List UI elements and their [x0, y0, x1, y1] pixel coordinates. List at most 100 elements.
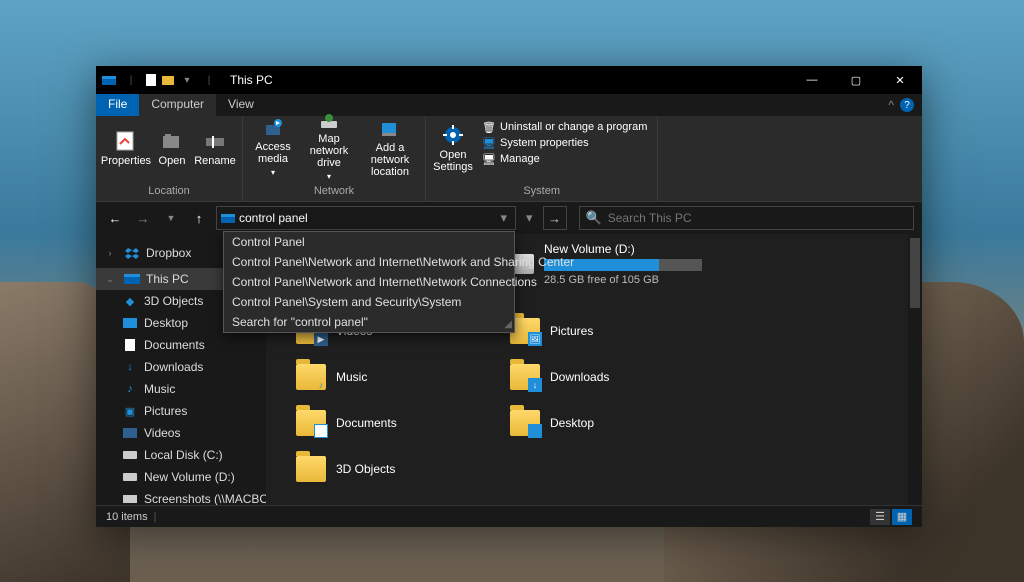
tab-view[interactable]: View	[216, 94, 266, 116]
add-location-icon	[378, 118, 402, 140]
folder-pictures[interactable]: 🖼Pictures	[510, 318, 593, 344]
maximize-button[interactable]: ▢	[834, 66, 878, 94]
manage-button[interactable]: 🖥Manage	[482, 152, 647, 166]
help-icon[interactable]: ?	[900, 98, 914, 112]
manage-icon: 🖥	[482, 152, 496, 166]
sidebar-item-label: Pictures	[144, 404, 187, 418]
sidebar-item-label: Dropbox	[146, 246, 191, 260]
folder-icon	[296, 456, 326, 482]
navigation-bar: ← → ▼ ↑ ▾ Control Panel Control Panel\Ne…	[96, 202, 922, 234]
titlebar[interactable]: | ▾ | This PC — ▢ ✕	[96, 66, 922, 94]
sidebar-item-label: Local Disk (C:)	[144, 448, 223, 462]
folder-icon: ↓	[510, 364, 540, 390]
sidebar-item-pictures[interactable]: ▣ Pictures	[96, 400, 266, 422]
videos-icon	[122, 425, 138, 441]
disk-icon	[122, 447, 138, 463]
icons-view-button[interactable]: ▦	[892, 509, 912, 525]
ribbon: Properties Open Rename Location Access m…	[96, 116, 922, 202]
details-view-button[interactable]: ☰	[870, 509, 890, 525]
resize-grip-icon[interactable]: ◢	[504, 319, 512, 330]
desktop-icon	[122, 315, 138, 331]
sidebar-item-label: Downloads	[144, 360, 203, 374]
pictures-icon: ▣	[122, 403, 138, 419]
tab-file[interactable]: File	[96, 94, 139, 116]
thispc-icon	[221, 214, 235, 223]
suggestion-item[interactable]: Search for "control panel"	[224, 312, 514, 332]
file-explorer-window: | ▾ | This PC — ▢ ✕ File Computer View ^…	[96, 66, 922, 527]
group-network: Access media▾ Map network drive▾ Add a n…	[243, 116, 426, 201]
sidebar-item-documents[interactable]: Documents	[96, 334, 266, 356]
suggestion-item[interactable]: Control Panel	[224, 232, 514, 252]
sidebar-item-label: Screenshots (\\MACBOOKA	[144, 492, 266, 505]
forward-button[interactable]: →	[132, 207, 154, 229]
add-location-button[interactable]: Add a network location	[359, 118, 421, 178]
back-button[interactable]: ←	[104, 207, 126, 229]
open-icon	[160, 129, 184, 153]
search-input[interactable]	[608, 211, 907, 225]
documents-icon	[122, 337, 138, 353]
dropdown-icon[interactable]: ▾	[180, 73, 194, 87]
folder-icon[interactable]	[162, 76, 174, 85]
recent-dropdown[interactable]: ▼	[160, 207, 182, 229]
sidebar-item-label: This PC	[146, 272, 189, 286]
dropbox-icon	[124, 245, 140, 261]
tab-computer[interactable]: Computer	[139, 94, 216, 116]
music-icon: ♪	[122, 381, 138, 397]
suggestion-item[interactable]: Control Panel\Network and Internet\Netwo…	[224, 252, 514, 272]
sidebar-item-screenshots-macbooka[interactable]: Screenshots (\\MACBOOKA	[96, 488, 266, 505]
close-button[interactable]: ✕	[878, 66, 922, 94]
sidebar-item-label: Videos	[144, 426, 180, 440]
uninstall-button[interactable]: 🗑Uninstall or change a program	[482, 120, 647, 134]
folder-icon: ♪	[296, 364, 326, 390]
search-icon: 🔍	[586, 210, 602, 226]
up-button[interactable]: ↑	[188, 207, 210, 229]
sidebar-item-downloads[interactable]: ↓Downloads	[96, 356, 266, 378]
sidebar-item-videos[interactable]: Videos	[96, 422, 266, 444]
address-input[interactable]	[239, 211, 496, 225]
sidebar-item-label: Documents	[144, 338, 205, 352]
rename-button[interactable]: Rename	[192, 118, 238, 178]
suggestion-item[interactable]: Control Panel\System and Security\System	[224, 292, 514, 312]
access-media-button[interactable]: Access media▾	[247, 118, 299, 178]
monitor-icon: 🖥	[482, 136, 496, 150]
uninstall-icon: 🗑	[482, 120, 496, 134]
group-system: Open Settings 🗑Uninstall or change a pro…	[426, 116, 658, 201]
folder-desktop[interactable]: Desktop	[510, 410, 594, 436]
file-icon[interactable]	[146, 74, 156, 86]
drive-name: New Volume (D:)	[544, 242, 702, 256]
address-bar[interactable]: ▾ Control Panel Control Panel\Network an…	[216, 206, 516, 230]
open-settings-button[interactable]: Open Settings	[430, 118, 476, 178]
properties-button[interactable]: Properties	[100, 118, 152, 178]
minimize-button[interactable]: —	[790, 66, 834, 94]
sidebar-item-local-disk-c-[interactable]: Local Disk (C:)	[96, 444, 266, 466]
address-suggestions: Control Panel Control Panel\Network and …	[223, 231, 515, 333]
scrollbar[interactable]	[908, 234, 922, 505]
map-drive-button[interactable]: Map network drive▾	[299, 118, 359, 178]
suggestion-item[interactable]: Control Panel\Network and Internet\Netwo…	[224, 272, 514, 292]
cube-icon: ◆	[122, 293, 138, 309]
open-button[interactable]: Open	[152, 118, 192, 178]
sidebar-item-music[interactable]: ♪Music	[96, 378, 266, 400]
properties-icon	[114, 129, 138, 153]
folder-icon	[296, 410, 326, 436]
status-bar: 10 items | ☰ ▦	[96, 505, 922, 527]
refresh-button[interactable]: →	[543, 206, 567, 230]
scrollbar-thumb[interactable]	[910, 238, 920, 308]
search-box[interactable]: 🔍	[579, 206, 914, 230]
folder-downloads[interactable]: ↓Downloads	[510, 364, 609, 390]
sidebar-item-label: 3D Objects	[144, 294, 203, 308]
system-properties-button[interactable]: 🖥System properties	[482, 136, 647, 150]
dropdown-icon[interactable]: ▾	[526, 210, 533, 226]
chevron-down-icon[interactable]: ▾	[496, 210, 511, 226]
chevron-icon[interactable]: ›	[102, 245, 118, 261]
group-location: Properties Open Rename Location	[96, 116, 243, 201]
rename-icon	[203, 129, 227, 153]
drive-free-text: 28.5 GB free of 105 GB	[544, 274, 702, 286]
folder-documents[interactable]: Documents	[296, 410, 397, 436]
sidebar-item-new-volume-d-[interactable]: New Volume (D:)	[96, 466, 266, 488]
chevron-icon[interactable]: ⌄	[102, 271, 118, 287]
folder-music[interactable]: ♪Music	[296, 364, 367, 390]
collapse-ribbon-icon[interactable]: ^	[888, 98, 894, 112]
folder-3dobjects[interactable]: 3D Objects	[296, 456, 395, 482]
map-drive-icon	[317, 113, 341, 131]
